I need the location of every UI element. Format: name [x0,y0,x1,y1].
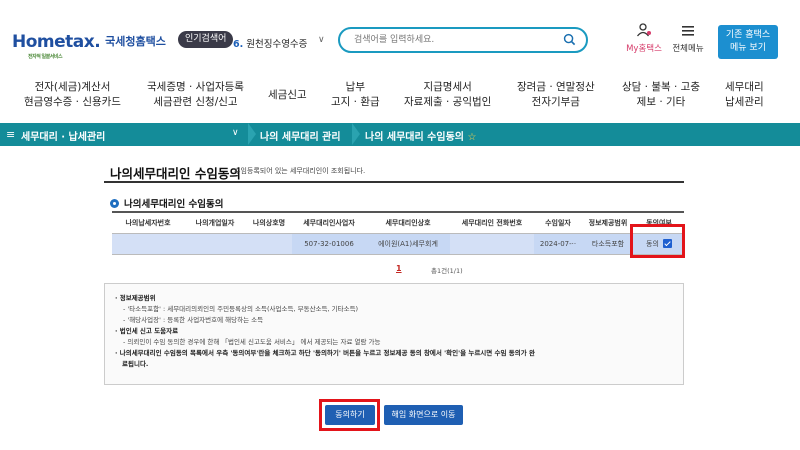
section-title: 나의세무대리인 수임동의 [110,196,223,210]
bullet-icon [110,198,119,208]
cell-scope: 타소득포함 [582,233,634,255]
table-row[interactable]: 507-32-01006 에이원(A1)세무회계 2024-07-·· 타소득포… [112,233,684,255]
menu-label: 전자(세금)계산서 [34,81,111,93]
main-menu: 전자(세금)계산서현금영수증 · 신용카드 국세증명 · 사업자등록세금관련 신… [0,74,800,120]
menu-item-einvoice[interactable]: 전자(세금)계산서현금영수증 · 신용카드 [24,80,121,110]
star-icon[interactable]: ☆ [467,132,476,143]
menu-label: 지급명세서 [423,81,472,93]
cell-taxpayer-no [112,233,184,255]
menu-label: 납부 [345,81,365,93]
chevron-down-icon[interactable]: ∨ [232,128,239,138]
breadcrumb-item-agent-manage[interactable]: 나의 세무대리 관리 [260,128,341,143]
search-input[interactable] [354,32,554,48]
menu-item-consult[interactable]: 상담 · 불복 · 고충제보 · 기타 [622,80,700,110]
all-menu-button[interactable]: 전체메뉴 [669,22,707,54]
legacy-menu-button[interactable]: 기존 홈택스 메뉴 보기 [718,25,778,59]
section-selector[interactable]: 세무대리 · 납세관리 [21,128,105,143]
logo-text: Hometax. [12,32,101,52]
hamburger-icon [682,26,694,36]
col-date[interactable]: 수임일자 [534,211,582,234]
menu-sublabel: 자료제출 · 공익법인 [404,96,492,108]
col-open-date[interactable]: 나의개업일자 [184,211,246,234]
cell-open-date [184,233,246,255]
my-hometax-label: My홈택스 [626,44,662,54]
menu-item-statement[interactable]: 지급명세서자료제출 · 공익법인 [404,80,491,110]
col-agent-phone[interactable]: 세무대리인 전화번호 [450,211,534,234]
menu-sublabel: 세금관련 신청/신고 [153,96,238,108]
page-number-1[interactable]: 1 [396,264,402,273]
highlight-agree-button [319,399,380,431]
menu-icon[interactable]: ≡ [6,128,15,141]
col-agent-bizno[interactable]: 세무대리인사업자 [292,211,366,234]
menu-sublabel: 고지 · 환급 [331,96,380,108]
info-notice-box: · 정보제공범위 - '타소득포함' : 세무대리의뢰인의 주민등록상의 소득(… [104,283,684,385]
popular-rank: 6. [233,39,244,50]
info-heading-corp: · 법인세 신고 도움자료 [115,327,179,335]
legacy-line1: 기존 홈택스 [725,30,771,40]
cell-company [246,233,292,255]
menu-label: 세금신고 [268,89,307,101]
menu-item-certificate[interactable]: 국세증명 · 사업자등록세금관련 신청/신고 [147,80,244,110]
cell-date: 2024-07-·· [534,233,582,255]
logo-mark: Hometax. 전자적 일괄서비스 [12,32,101,60]
go-dismiss-button[interactable]: 해임 화면으로 이동 [384,405,463,425]
cell-agent-phone [450,233,534,255]
menu-item-tax-report[interactable]: 세금신고 [268,88,307,103]
all-menu-label: 전체메뉴 [672,44,704,54]
info-line: - 의뢰인이 수임 동의한 경우에 한해 「법인세 신고도움 서비스」 에서 제… [123,338,381,346]
info-heading-scope: · 정보제공범위 [115,294,156,302]
page-description: 수임등록되어 있는 세무대리인이 조회됩니다. [234,167,366,175]
breadcrumb-separator [352,123,360,145]
agent-consent-table: 나의납세자번호 나의개업일자 나의상호명 세무대리인사업자 세무대리인상호 세무… [112,211,684,255]
menu-item-incentive[interactable]: 장려금 · 연말정산전자기부금 [517,80,595,110]
menu-sublabel: 전자기부금 [531,96,580,108]
cell-agent-name: 에이원(A1)세무회계 [366,233,450,255]
col-taxpayer-no[interactable]: 나의납세자번호 [112,211,184,234]
legacy-line2: 메뉴 보기 [730,43,766,53]
popular-term: 원천징수영수증 [246,39,308,50]
menu-sublabel: 납세관리 [725,96,764,108]
highlight-consent-column [630,224,685,258]
menu-label: 국세증명 · 사업자등록 [147,81,244,93]
breadcrumb-separator [248,123,256,145]
table-header-row: 나의납세자번호 나의개업일자 나의상호명 세무대리인사업자 세무대리인상호 세무… [112,211,684,234]
user-icon [636,23,651,37]
top-header: Hometax. 전자적 일괄서비스 국세청홈택스 인기검색어 6. 원천징수영수… [0,0,800,72]
logo-tagline: 전자적 일괄서비스 [28,54,63,60]
my-hometax-button[interactable]: My홈택스 [624,22,664,54]
menu-label: 세무대리 [725,81,764,93]
breadcrumb-current-label: 나의 세무대리 수임동의 [365,132,464,143]
total-count: 총1건(1/1) [431,267,463,275]
page-title: 나의세무대리인 수임동의 [110,166,241,181]
search-box [338,27,588,53]
info-line: - '타소득포함' : 세무대리의뢰인의 주민등록상의 소득(사업소득, 부동산… [123,305,359,313]
popular-search-term[interactable]: 6. 원천징수영수증 [233,36,307,50]
info-instruction-cont: 료됩니다. [122,360,149,368]
info-instruction: · 나의세무대리인 수임동의 목록에서 우측 '동의여부'란을 체크하고 하단 … [115,349,535,357]
col-scope[interactable]: 정보제공범위 [582,211,634,234]
search-icon[interactable] [563,33,576,46]
menu-item-payment[interactable]: 납부고지 · 환급 [331,80,380,110]
title-divider [104,181,684,183]
section-title-text: 나의세무대리인 수임동의 [124,199,224,210]
menu-label: 상담 · 불복 · 고충 [622,81,700,93]
menu-sublabel: 제보 · 기타 [636,96,686,108]
chevron-down-icon[interactable]: ∨ [318,35,325,45]
menu-item-tax-agent[interactable]: 세무대리납세관리 [725,80,764,110]
menu-sublabel: 현금영수증 · 신용카드 [24,96,121,108]
info-line: - '해당사업장' : 등록한 사업자번호에 해당하는 소득 [123,316,264,324]
cell-agent-bizno: 507-32-01006 [292,233,366,255]
col-company[interactable]: 나의상호명 [246,211,292,234]
col-agent-name[interactable]: 세무대리인상호 [366,211,450,234]
breadcrumb-item-current[interactable]: 나의 세무대리 수임동의 ☆ [365,128,476,143]
popular-search-badge: 인기검색어 [178,31,234,48]
breadcrumb-bar: ≡ 세무대리 · 납세관리 ∨ 나의 세무대리 관리 나의 세무대리 수임동의 … [0,123,800,146]
hometax-logo[interactable]: Hometax. 전자적 일괄서비스 국세청홈택스 [12,28,166,60]
menu-label: 장려금 · 연말정산 [517,81,595,93]
site-name: 국세청홈택스 [105,35,166,48]
